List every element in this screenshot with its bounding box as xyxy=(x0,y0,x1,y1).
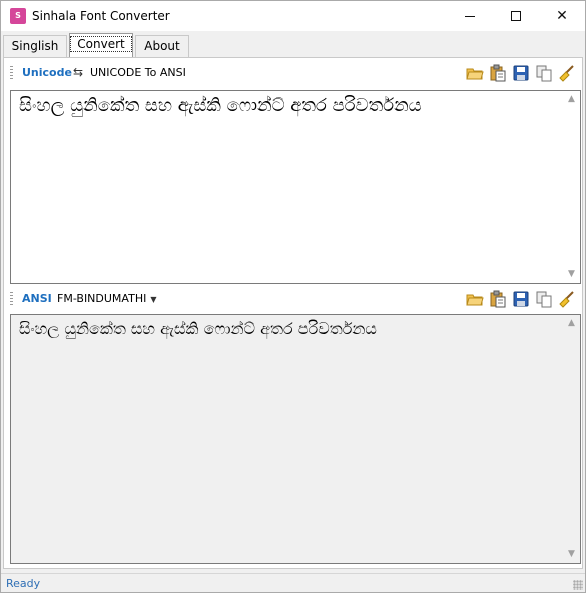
font-dropdown[interactable]: FM-BINDUMATHI ▼ xyxy=(57,292,157,305)
scroll-up-icon[interactable]: ▲ xyxy=(563,91,580,108)
maximize-button[interactable] xyxy=(493,1,539,31)
toolbar-grip[interactable] xyxy=(10,66,13,80)
ansi-tools xyxy=(466,290,576,308)
unicode-text: සිංහල යුනිකේත සහ ඇස්කි ෆොන්ට් අතර පරිවර්… xyxy=(19,95,422,116)
minimize-button[interactable] xyxy=(447,1,493,31)
close-icon: ✕ xyxy=(556,8,568,24)
app-window: S Sinhala Font Converter ✕ Singlish Conv… xyxy=(0,0,586,593)
status-text: Ready xyxy=(6,577,41,590)
clear-broom-icon[interactable] xyxy=(558,64,576,82)
copy-icon[interactable] xyxy=(535,290,553,308)
toolbar-grip[interactable] xyxy=(10,292,13,306)
clear-broom-icon[interactable] xyxy=(558,290,576,308)
paste-icon[interactable] xyxy=(489,64,507,82)
scroll-up-icon[interactable]: ▲ xyxy=(563,315,580,332)
save-icon[interactable] xyxy=(512,64,530,82)
ansi-text: සිංහල යුනිකේත සහ ඇස්කි ෆොන්ට් අතර පරිවර්… xyxy=(19,319,377,338)
open-folder-icon[interactable] xyxy=(466,290,484,308)
unicode-label: Unicode xyxy=(22,66,72,79)
copy-icon[interactable] xyxy=(535,64,553,82)
font-name: FM-BINDUMATHI xyxy=(57,292,147,305)
unicode-toolbar: Unicode ⇆ UNICODE To ANSI xyxy=(10,62,576,84)
convert-panel: Unicode ⇆ UNICODE To ANSI සිංහල යුනිකේත … xyxy=(3,57,583,569)
ansi-label: ANSI xyxy=(22,292,52,305)
tab-convert[interactable]: Convert xyxy=(69,33,133,57)
scroll-down-icon[interactable]: ▼ xyxy=(563,546,580,563)
title-bar: S Sinhala Font Converter ✕ xyxy=(1,1,585,31)
scroll-down-icon[interactable]: ▼ xyxy=(563,266,580,283)
size-grip-icon[interactable] xyxy=(573,580,583,590)
tab-singlish[interactable]: Singlish xyxy=(3,35,67,57)
window-title: Sinhala Font Converter xyxy=(32,9,170,23)
maximize-icon xyxy=(511,11,521,21)
ansi-toolbar: ANSI FM-BINDUMATHI ▼ xyxy=(10,288,576,310)
swap-icon[interactable]: ⇆ xyxy=(73,65,83,79)
tab-about[interactable]: About xyxy=(135,35,189,57)
vertical-scrollbar[interactable]: ▲ ▼ xyxy=(563,91,580,283)
minimize-icon xyxy=(465,15,475,17)
close-button[interactable]: ✕ xyxy=(539,1,585,31)
ansi-output[interactable]: සිංහල යුනිකේත සහ ඇස්කි ෆොන්ට් අතර පරිවර්… xyxy=(10,314,581,564)
conversion-mode: UNICODE To ANSI xyxy=(90,66,186,79)
open-folder-icon[interactable] xyxy=(466,64,484,82)
paste-icon[interactable] xyxy=(489,290,507,308)
unicode-input[interactable]: සිංහල යුනිකේත සහ ඇස්කි ෆොන්ට් අතර පරිවර්… xyxy=(10,90,581,284)
vertical-scrollbar[interactable]: ▲ ▼ xyxy=(563,315,580,563)
save-icon[interactable] xyxy=(512,290,530,308)
unicode-tools xyxy=(466,64,576,82)
status-bar: Ready xyxy=(1,573,585,592)
app-icon: S xyxy=(10,8,26,24)
chevron-down-icon: ▼ xyxy=(150,295,157,304)
